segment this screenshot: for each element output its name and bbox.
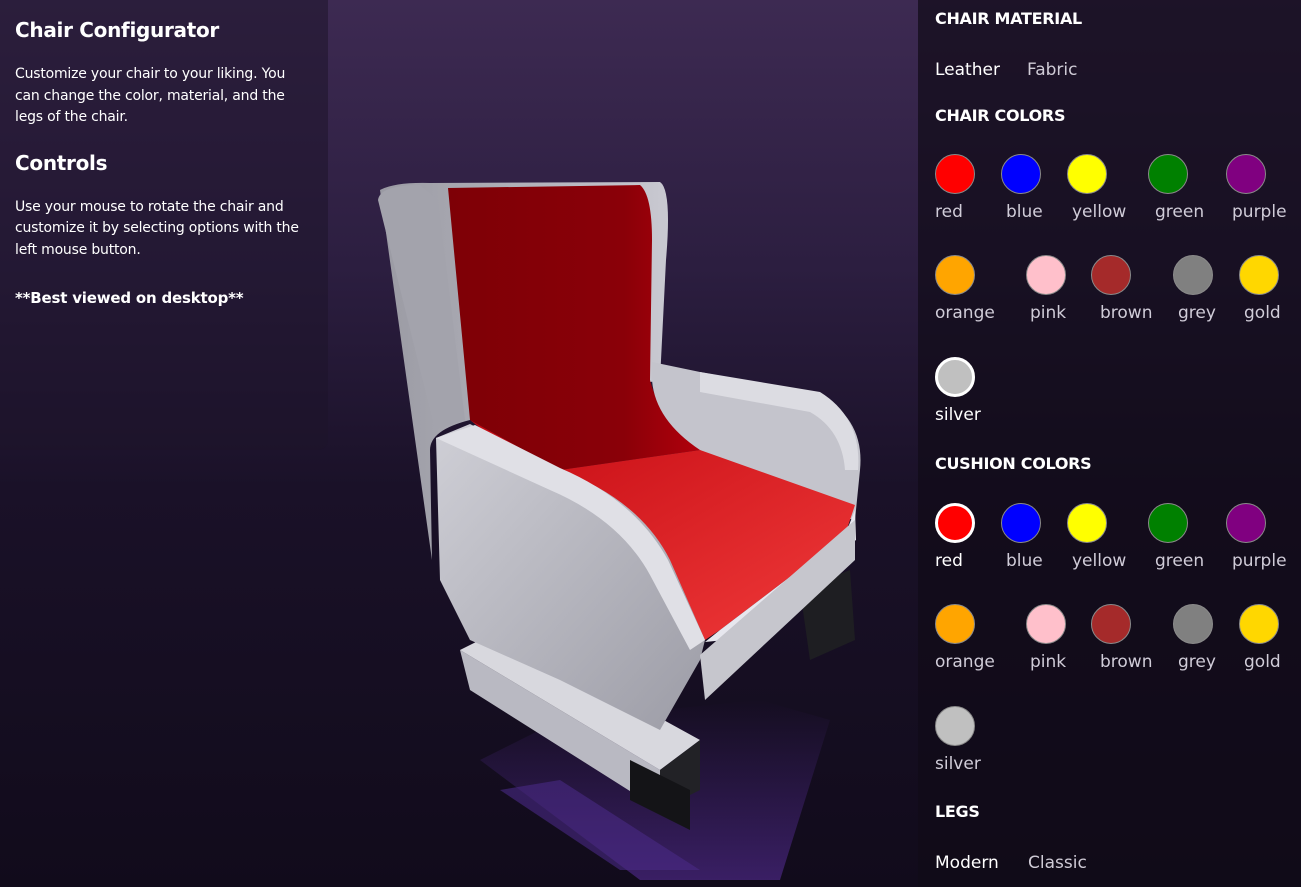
chair-colors-swatch-brown[interactable] xyxy=(1091,255,1131,295)
desktop-note: **Best viewed on desktop** xyxy=(15,289,244,307)
cushion-colors-label-green: green xyxy=(1155,551,1205,571)
chair-colors-label-blue: blue xyxy=(1006,202,1043,222)
cushion-colors-label-grey: grey xyxy=(1178,652,1216,672)
chair-colors-label-purple: purple xyxy=(1232,202,1287,222)
cushion-colors-label-blue: blue xyxy=(1006,551,1043,571)
cushion-colors-swatch-silver[interactable] xyxy=(935,706,975,746)
cushion-colors-swatch-brown[interactable] xyxy=(1091,604,1131,644)
legs-option-classic[interactable]: Classic xyxy=(1028,853,1087,873)
controls-text: Use your mouse to rotate the chair and c… xyxy=(15,198,299,258)
cushion-colors-swatch-pink[interactable] xyxy=(1026,604,1066,644)
config-panel: CHAIR MATERIAL Leather Fabric CHAIR COLO… xyxy=(918,0,1301,887)
cushion-colors-label-gold: gold xyxy=(1244,652,1281,672)
material-option-fabric[interactable]: Fabric xyxy=(1027,60,1078,80)
cushion-colors-swatch-gold[interactable] xyxy=(1239,604,1279,644)
chair-colors-swatch-silver[interactable] xyxy=(935,357,975,397)
chair-colors-label-orange: orange xyxy=(935,303,995,323)
cushion-colors-heading: CUSHION COLORS xyxy=(935,454,1092,473)
cushion-colors-label-orange: orange xyxy=(935,652,995,672)
chair-colors-swatch-purple[interactable] xyxy=(1226,154,1266,194)
legs-heading: LEGS xyxy=(935,802,980,821)
chair-colors-label-red: red xyxy=(935,202,963,222)
chair-colors-label-brown: brown xyxy=(1100,303,1153,323)
cushion-colors-label-red: red xyxy=(935,551,963,571)
cushion-colors-swatch-blue[interactable] xyxy=(1001,503,1041,543)
cushion-colors-swatch-red[interactable] xyxy=(935,503,975,543)
cushion-colors-label-brown: brown xyxy=(1100,652,1153,672)
chair-colors-swatch-pink[interactable] xyxy=(1026,255,1066,295)
chair-colors-swatch-blue[interactable] xyxy=(1001,154,1041,194)
chair-colors-swatch-yellow[interactable] xyxy=(1067,154,1107,194)
chair-colors-label-grey: grey xyxy=(1178,303,1216,323)
cushion-colors-swatch-green[interactable] xyxy=(1148,503,1188,543)
chair-colors-swatch-grey[interactable] xyxy=(1173,255,1213,295)
cushion-colors-label-pink: pink xyxy=(1030,652,1067,672)
chair-colors-label-gold: gold xyxy=(1244,303,1281,323)
material-heading: CHAIR MATERIAL xyxy=(935,9,1082,28)
page-title: Chair Configurator xyxy=(15,18,219,42)
chair-colors-swatch-green[interactable] xyxy=(1148,154,1188,194)
cushion-colors-label-silver: silver xyxy=(935,754,981,774)
chair-colors-swatch-orange[interactable] xyxy=(935,255,975,295)
cushion-colors-swatch-grey[interactable] xyxy=(1173,604,1213,644)
cushion-colors-swatch-yellow[interactable] xyxy=(1067,503,1107,543)
chair-colors-label-pink: pink xyxy=(1030,303,1067,323)
cushion-colors-label-purple: purple xyxy=(1232,551,1287,571)
cushion-colors-label-yellow: yellow xyxy=(1072,551,1127,571)
controls-heading: Controls xyxy=(15,150,108,175)
chair-colors-label-silver: silver xyxy=(935,405,981,425)
chair-colors-swatch-red[interactable] xyxy=(935,154,975,194)
chair-colors-heading: CHAIR COLORS xyxy=(935,106,1066,125)
chair-colors-swatch-gold[interactable] xyxy=(1239,255,1279,295)
chair-colors-label-yellow: yellow xyxy=(1072,202,1127,222)
chair-colors-label-green: green xyxy=(1155,202,1205,222)
info-panel: Chair Configurator Customize your chair … xyxy=(0,0,328,450)
cushion-colors-swatch-purple[interactable] xyxy=(1226,503,1266,543)
material-option-leather[interactable]: Leather xyxy=(935,60,1000,80)
description-text: Customize your chair to your liking. You… xyxy=(15,66,286,125)
cushion-colors-swatch-orange[interactable] xyxy=(935,604,975,644)
legs-option-modern[interactable]: Modern xyxy=(935,853,999,873)
